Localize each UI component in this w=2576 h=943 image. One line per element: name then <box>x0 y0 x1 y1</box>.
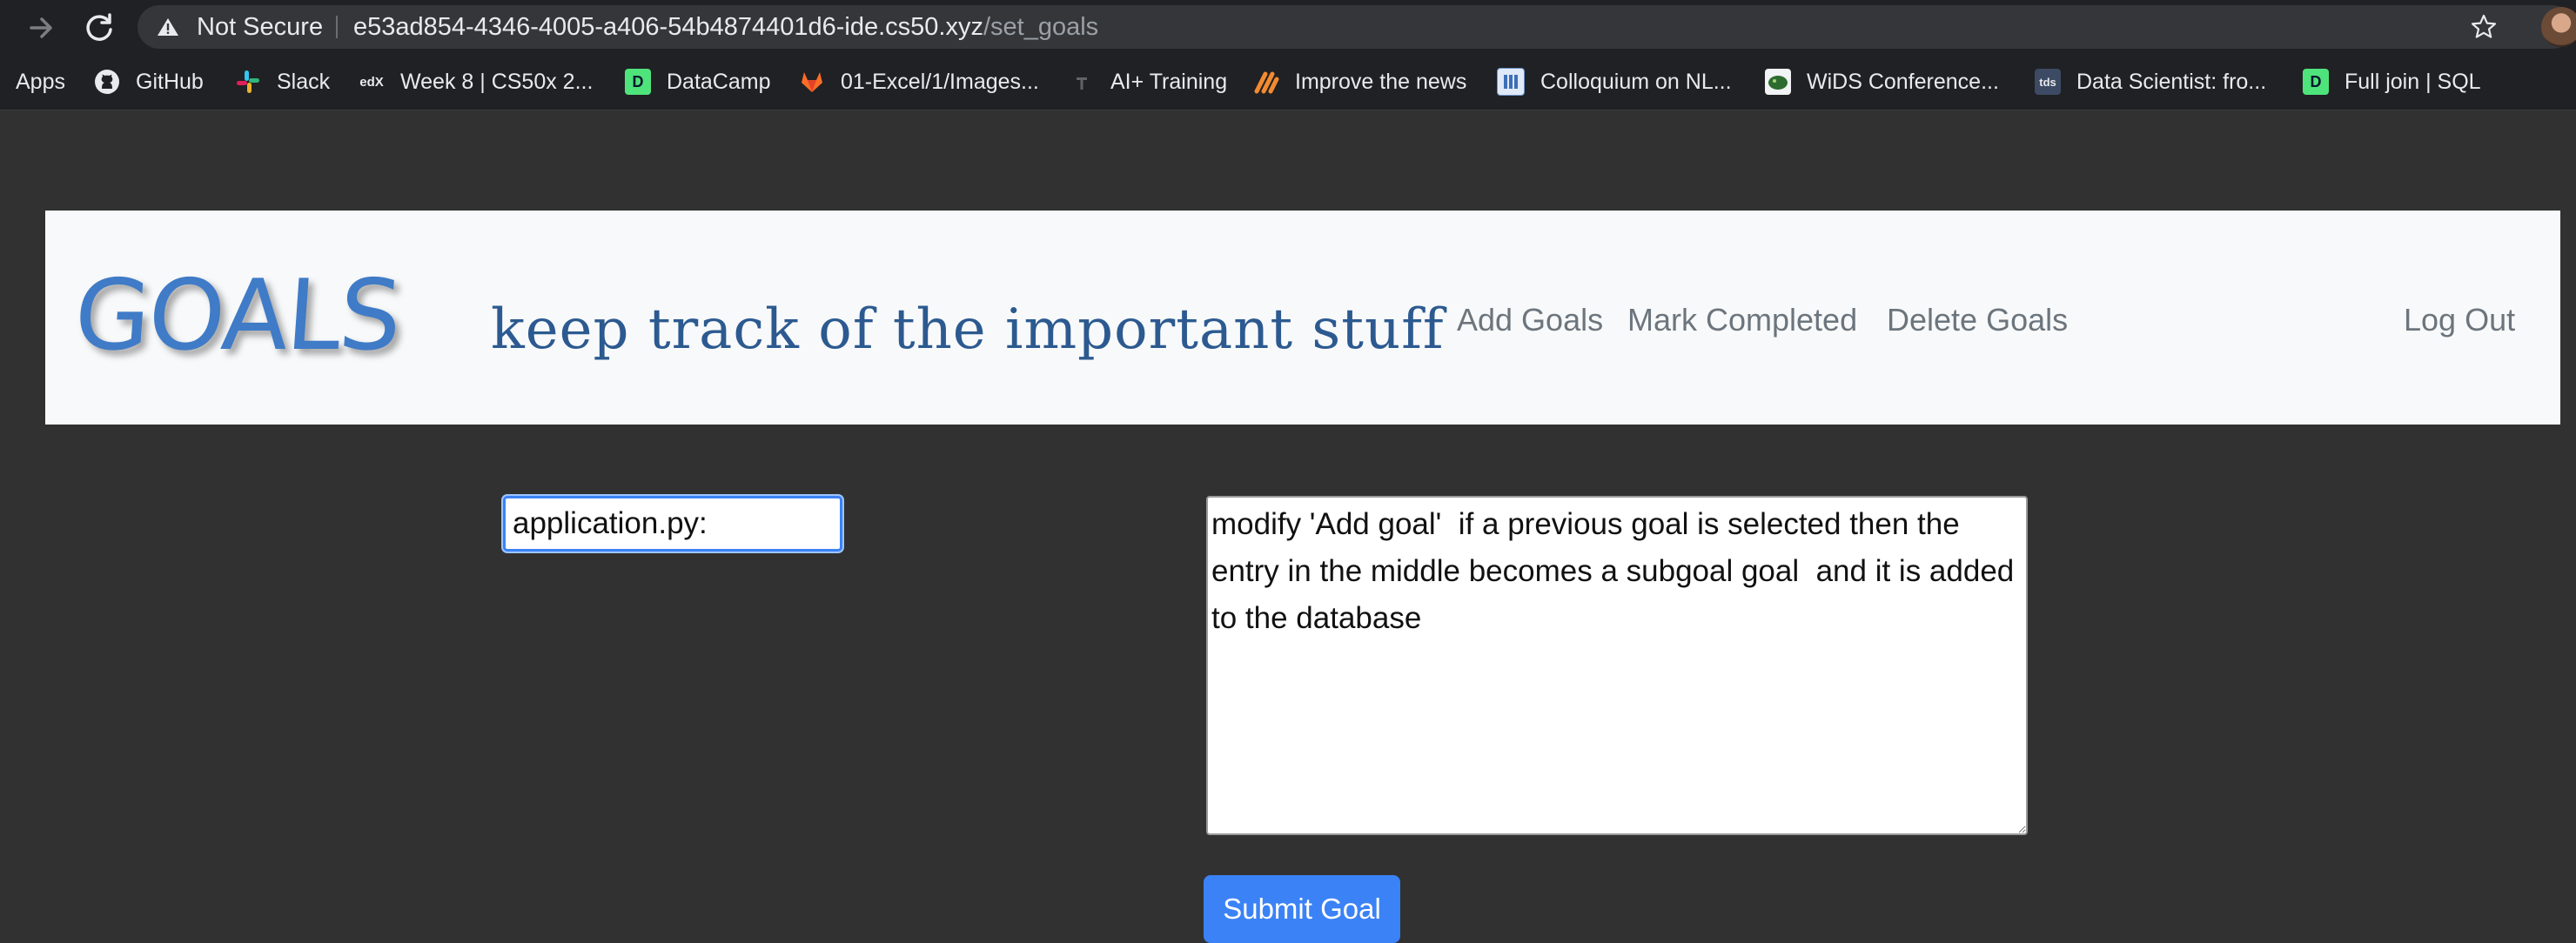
datacamp-icon: D <box>2303 69 2329 95</box>
bookmarks-bar: Apps GitHub Slack edX Week 8 | CS50x 2..… <box>0 54 2576 110</box>
wids-icon <box>1765 69 1791 95</box>
improve-news-icon <box>1253 69 1279 95</box>
bookmark-wids[interactable]: WiDS Conference... <box>1765 54 1999 110</box>
security-label[interactable]: Not Secure <box>197 5 323 49</box>
bookmark-label: Week 8 | CS50x 2... <box>400 69 594 94</box>
bookmark-datacamp[interactable]: D DataCamp <box>625 54 771 110</box>
bookmark-gitlab[interactable]: 01-Excel/1/Images... <box>799 54 1039 110</box>
bookmark-apps[interactable]: Apps <box>16 54 65 110</box>
slack-icon <box>235 69 261 95</box>
browser-toolbar: Not Secure e53ad854-4346-4005-a406-54b48… <box>0 0 2576 54</box>
edx-icon: edX <box>359 74 384 90</box>
bookmark-full-join[interactable]: D Full join | SQL <box>2303 54 2481 110</box>
nav-mark-completed[interactable]: Mark Completed <box>1627 301 1857 339</box>
bookmark-label: Data Scientist: fro... <box>2076 69 2267 94</box>
nav-add-goals[interactable]: Add Goals <box>1457 301 1603 339</box>
address-bar[interactable]: Not Secure e53ad854-4346-4005-a406-54b48… <box>138 5 2574 49</box>
reload-icon[interactable] <box>78 7 120 49</box>
bookmark-label: Colloquium on NL... <box>1540 69 1732 94</box>
bookmark-label: Improve the news <box>1295 69 1467 94</box>
site-navbar: GOALS keep track of the important stuff … <box>45 211 2560 425</box>
bookmark-label: DataCamp <box>667 69 771 94</box>
bookmark-label: Slack <box>277 69 331 94</box>
forward-arrow-icon[interactable] <box>21 7 63 49</box>
ai-training-icon <box>1069 69 1095 95</box>
goal-description-textarea[interactable]: modify 'Add goal' if a previous goal is … <box>1206 496 2028 835</box>
bookmark-edx[interactable]: edX Week 8 | CS50x 2... <box>359 54 593 110</box>
brand-tagline: keep track of the important stuff <box>491 298 1445 362</box>
bookmark-label: AI+ Training <box>1110 69 1228 94</box>
brand-logo[interactable]: GOALS <box>70 259 403 372</box>
bookmark-star-icon[interactable] <box>2470 13 2498 41</box>
bookmark-improve-news[interactable]: Improve the news <box>1253 54 1466 110</box>
url-text[interactable]: e53ad854-4346-4005-a406-54b4874401d6-ide… <box>353 5 1098 49</box>
bookmark-label: GitHub <box>136 69 204 94</box>
tds-icon: tds <box>2035 69 2061 95</box>
profile-avatar[interactable] <box>2541 7 2576 47</box>
omnibox-divider <box>336 16 338 38</box>
bookmark-label: Apps <box>16 69 65 94</box>
datacamp-icon: D <box>625 69 651 95</box>
url-host: e53ad854-4346-4005-a406-54b4874401d6-ide… <box>353 13 983 41</box>
bookmark-github[interactable]: GitHub <box>94 54 204 110</box>
gitlab-icon <box>799 69 825 95</box>
github-icon <box>94 69 120 95</box>
bookmark-ai-training[interactable]: AI+ Training <box>1069 54 1227 110</box>
bookmark-label: Full join | SQL <box>2345 69 2481 94</box>
bookmark-tds[interactable]: tds Data Scientist: fro... <box>2035 54 2266 110</box>
colloquium-icon <box>1497 68 1525 96</box>
nav-log-out[interactable]: Log Out <box>2404 301 2515 339</box>
bookmark-colloquium[interactable]: Colloquium on NL... <box>1497 54 1732 110</box>
bookmark-label: WiDS Conference... <box>1807 69 1999 94</box>
submit-goal-button[interactable]: Submit Goal <box>1204 875 1400 943</box>
warning-icon[interactable] <box>157 17 179 37</box>
nav-delete-goals[interactable]: Delete Goals <box>1887 301 2068 339</box>
goal-title-input[interactable] <box>503 496 842 552</box>
bookmark-slack[interactable]: Slack <box>235 54 330 110</box>
url-path: /set_goals <box>983 13 1099 41</box>
bookmark-label: 01-Excel/1/Images... <box>841 69 1039 94</box>
